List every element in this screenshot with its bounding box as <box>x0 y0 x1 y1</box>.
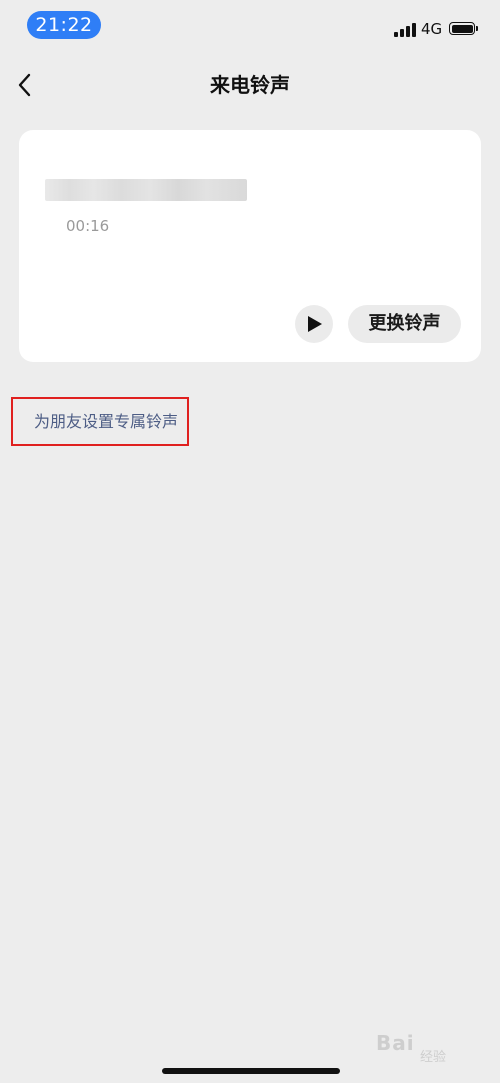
friend-ringtone-link[interactable]: 为朋友设置专属铃声 <box>34 411 178 433</box>
ringtone-name-blurred <box>45 179 247 201</box>
page-title: 来电铃声 <box>210 73 290 97</box>
battery-fill <box>451 24 473 33</box>
signal-icon <box>394 21 416 37</box>
home-indicator[interactable] <box>162 1068 340 1074</box>
battery-icon <box>449 22 478 35</box>
ringtone-card: 00:16 更换铃声 <box>19 130 481 362</box>
network-type: 4G <box>421 20 443 38</box>
watermark-sub: 经验 <box>420 1050 447 1065</box>
play-button[interactable] <box>295 305 333 343</box>
status-time: 21:22 <box>27 11 101 39</box>
ringtone-duration: 00:16 <box>66 217 110 235</box>
play-icon <box>308 316 322 332</box>
change-ringtone-button[interactable]: 更换铃声 <box>348 305 461 343</box>
watermark-logo: Bai <box>376 1031 415 1055</box>
status-bar: 21:22 4G <box>0 0 500 52</box>
